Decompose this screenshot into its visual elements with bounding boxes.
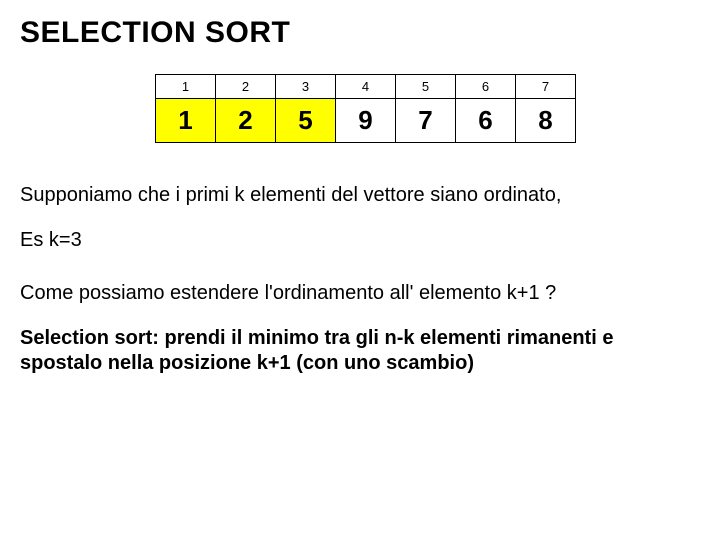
value-row: 1 2 5 9 7 6 8 xyxy=(156,99,576,143)
value-cell: 7 xyxy=(396,99,456,143)
index-cell: 7 xyxy=(516,75,576,99)
index-row: 1 2 3 4 5 6 7 xyxy=(156,75,576,99)
index-cell: 5 xyxy=(396,75,456,99)
paragraph-algorithm: Selection sort: prendi il minimo tra gli… xyxy=(20,326,700,376)
paragraph-esk: Es k=3 xyxy=(20,228,700,253)
page-title: SELECTION SORT xyxy=(20,16,700,50)
index-cell: 6 xyxy=(456,75,516,99)
index-cell: 3 xyxy=(276,75,336,99)
paragraph-question: Come possiamo estendere l'ordinamento al… xyxy=(20,281,700,306)
paragraph-supponiamo: Supponiamo che i primi k elementi del ve… xyxy=(20,183,700,208)
index-cell: 1 xyxy=(156,75,216,99)
value-cell-sorted: 1 xyxy=(156,99,216,143)
index-cell: 4 xyxy=(336,75,396,99)
value-cell: 8 xyxy=(516,99,576,143)
array-table: 1 2 3 4 5 6 7 1 2 5 9 7 6 8 xyxy=(155,74,576,143)
index-cell: 2 xyxy=(216,75,276,99)
value-cell-sorted: 5 xyxy=(276,99,336,143)
value-cell: 9 xyxy=(336,99,396,143)
value-cell-sorted: 2 xyxy=(216,99,276,143)
value-cell: 6 xyxy=(456,99,516,143)
